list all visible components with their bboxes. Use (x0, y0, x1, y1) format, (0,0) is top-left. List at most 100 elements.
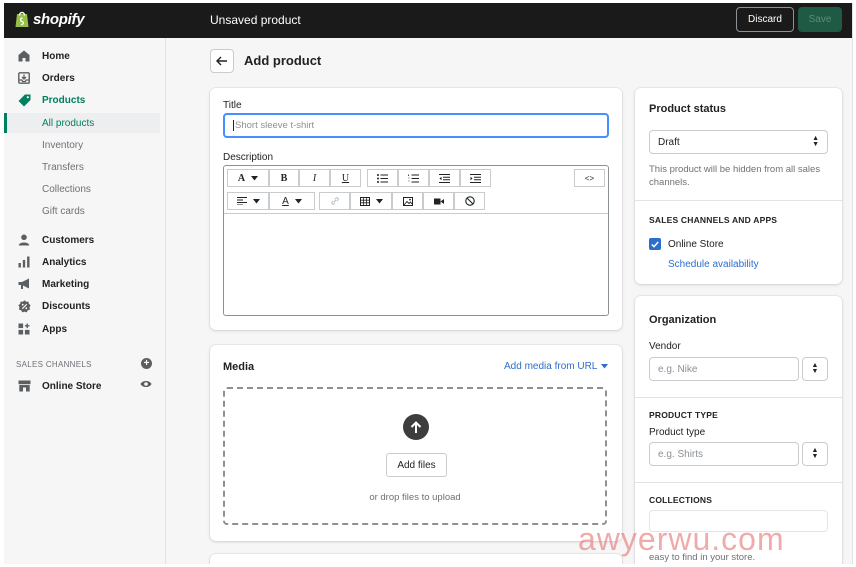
title-placeholder: Short sleeve t-shirt (235, 120, 315, 131)
sidebar-item-marketing[interactable]: Marketing (4, 274, 166, 294)
sidebar-subitem-label: Inventory (42, 139, 84, 151)
caret-down-icon (294, 198, 302, 203)
vendor-label: Vendor (649, 341, 681, 352)
pricing-card (210, 554, 622, 564)
editor-toolbar-row-1: A B I U <> (224, 166, 608, 190)
numbered-list-button[interactable] (398, 169, 429, 187)
select-arrows-icon: ▲ ▼ (811, 362, 819, 375)
vendor-input[interactable]: e.g. Nike (649, 357, 799, 381)
sidebar-subitem-label: All products (42, 117, 95, 129)
status-select[interactable]: Draft ▲ ▼ (649, 130, 828, 154)
html-toggle-button[interactable]: <> (574, 169, 605, 187)
page-title: Add product (244, 53, 322, 68)
view-store-eye-icon[interactable] (140, 379, 152, 389)
caret-down-icon (601, 364, 609, 369)
image-icon (402, 196, 413, 206)
caret-down-icon (252, 198, 260, 203)
insert-table-dropdown[interactable] (350, 192, 392, 210)
text-color-dropdown[interactable]: A (269, 192, 315, 210)
discount-icon (17, 299, 31, 313)
collections-heading: COLLECTIONS (649, 495, 713, 505)
sidebar-item-home[interactable]: Home (4, 46, 166, 66)
sidebar-subitem-inventory[interactable]: Inventory (4, 135, 160, 155)
media-dropzone[interactable]: Add files or drop files to upload (223, 387, 607, 525)
sidebar-item-label: Online Store (42, 380, 102, 392)
sidebar-item-orders[interactable]: Orders (4, 68, 166, 88)
sidebar-item-products[interactable]: Products (4, 90, 166, 110)
sidebar-subitem-transfers[interactable]: Transfers (4, 157, 160, 177)
add-media-from-url-link[interactable]: Add media from URL (504, 361, 609, 372)
vendor-dropdown-toggle[interactable]: ▲ ▼ (802, 357, 828, 381)
checkmark-icon (651, 241, 659, 248)
product-type-input[interactable]: e.g. Shirts (649, 442, 799, 466)
orders-icon (17, 71, 31, 85)
product-details-card: Title Short sleeve t-shirt Description A… (210, 88, 622, 330)
description-text-area[interactable] (224, 213, 608, 315)
shopify-logo[interactable]: shopify (14, 10, 85, 28)
sidebar-item-apps[interactable]: Apps (4, 319, 166, 339)
insert-video-button[interactable] (423, 192, 454, 210)
online-store-checkbox[interactable] (649, 238, 661, 250)
font-style-dropdown[interactable]: A (227, 169, 269, 187)
product-type-placeholder: e.g. Shirts (658, 448, 704, 460)
underline-button[interactable]: U (330, 169, 361, 187)
sidebar-item-customers[interactable]: Customers (4, 230, 166, 250)
bullet-list-button[interactable] (367, 169, 398, 187)
bold-button[interactable]: B (269, 169, 299, 187)
vendor-placeholder: e.g. Nike (658, 363, 698, 375)
analytics-icon (17, 255, 31, 269)
discard-button[interactable]: Discard (736, 7, 794, 32)
add-files-button[interactable]: Add files (386, 453, 447, 477)
media-card: Media Add media from URL Add files or dr… (210, 345, 622, 541)
customers-icon (17, 233, 31, 247)
product-type-dropdown-toggle[interactable]: ▲ ▼ (802, 442, 828, 466)
megaphone-icon (17, 277, 31, 291)
sidebar-subitem-collections[interactable]: Collections (4, 179, 160, 199)
product-type-label: Product type (649, 427, 706, 438)
indent-button[interactable] (460, 169, 491, 187)
table-icon (359, 196, 370, 206)
select-arrows-icon: ▲ ▼ (811, 447, 819, 460)
save-button[interactable]: Save (798, 7, 842, 32)
clear-formatting-button[interactable] (454, 192, 485, 210)
product-status-heading: Product status (649, 103, 727, 115)
sidebar-subitem-label: Gift cards (42, 205, 85, 217)
align-dropdown[interactable] (227, 192, 269, 210)
watermark-text: awyerwu.com (578, 521, 785, 557)
sidebar-item-label: Products (42, 94, 86, 106)
add-channel-icon[interactable]: + (141, 358, 152, 369)
sidebar-subitem-gift-cards[interactable]: Gift cards (4, 201, 160, 221)
sidebar-item-label: Home (42, 50, 70, 62)
italic-button[interactable]: I (299, 169, 330, 187)
back-button[interactable] (210, 49, 234, 73)
insert-link-button[interactable] (319, 192, 350, 210)
sidebar-item-discounts[interactable]: Discounts (4, 296, 166, 316)
outdent-button[interactable] (429, 169, 460, 187)
clear-format-icon (464, 196, 475, 206)
insert-image-button[interactable] (392, 192, 423, 210)
sidebar-subitem-label: Collections (42, 183, 91, 195)
divider (635, 200, 842, 201)
schedule-availability-link[interactable]: Schedule availability (668, 259, 759, 270)
description-label: Description (223, 152, 274, 163)
sidebar: Home Orders Products All products Invent… (4, 38, 166, 564)
media-heading: Media (223, 361, 255, 373)
organization-heading: Organization (649, 314, 717, 326)
outdent-icon (439, 173, 450, 183)
store-icon (17, 379, 31, 393)
brand-name: shopify (33, 10, 85, 28)
sidebar-item-analytics[interactable]: Analytics (4, 252, 166, 272)
sidebar-item-label: Apps (42, 323, 67, 335)
caret-down-icon (375, 198, 383, 203)
status-select-value: Draft (658, 136, 680, 148)
divider (635, 397, 842, 398)
sales-channels-apps-heading: SALES CHANNELS AND APPS (649, 215, 778, 225)
product-status-card: Product status Draft ▲ ▼ This product wil… (635, 88, 842, 284)
apps-icon (17, 322, 31, 336)
sales-channels-heading: SALES CHANNELS (16, 360, 92, 369)
top-bar: shopify Unsaved product Discard Save (4, 3, 852, 38)
sidebar-subitem-all-products[interactable]: All products (4, 113, 160, 133)
sidebar-subitem-label: Transfers (42, 161, 84, 173)
online-store-channel-label: Online Store (668, 239, 724, 250)
title-input[interactable]: Short sleeve t-shirt (223, 113, 609, 138)
